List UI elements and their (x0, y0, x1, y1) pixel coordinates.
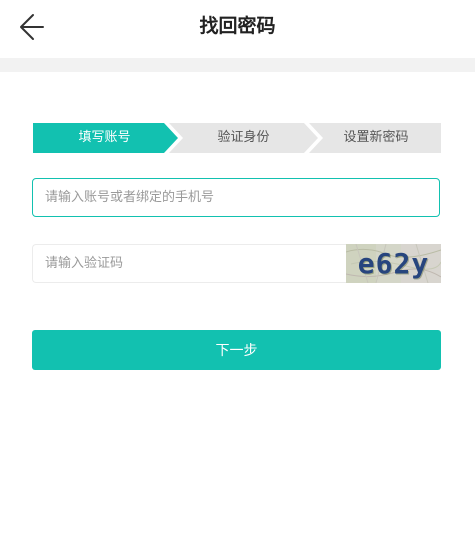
next-step-button[interactable]: 下一步 (32, 330, 441, 370)
header-divider (0, 58, 475, 72)
step-verify-identity: 验证身份 (217, 130, 270, 145)
step-fill-account: 填写账号 (78, 130, 131, 145)
step-set-new-password: 设置新密码 (343, 130, 409, 145)
verification-code-input[interactable] (32, 244, 346, 283)
captcha-text: e62y (357, 247, 430, 280)
captcha-image[interactable]: e62y (346, 244, 441, 283)
account-input[interactable] (32, 178, 440, 217)
find-password-page: 找回密码 填写账号 验证身份 设置新密码 e62y 下一步 (0, 0, 475, 543)
header-bar: 找回密码 (0, 0, 475, 58)
page-title: 找回密码 (199, 15, 276, 37)
step-indicator: 填写账号 验证身份 设置新密码 (33, 123, 441, 153)
